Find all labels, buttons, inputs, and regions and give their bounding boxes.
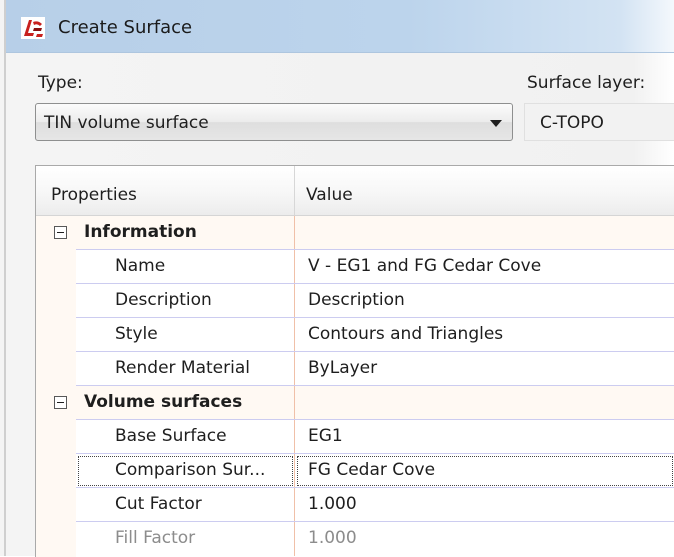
property-name: Base Surface xyxy=(115,426,227,446)
column-divider[interactable] xyxy=(294,166,295,215)
property-value[interactable]: Contours and Triangles xyxy=(308,324,503,344)
type-dropdown-value: TIN volume surface xyxy=(44,113,209,133)
surface-layer-label: Surface layer: xyxy=(527,73,646,93)
window-title: Create Surface xyxy=(58,17,193,38)
property-row[interactable]: Name V - EG1 and FG Cedar Cove xyxy=(36,250,674,284)
property-row[interactable]: Style Contours and Triangles xyxy=(36,318,674,352)
property-value[interactable]: 1.000 xyxy=(308,494,357,514)
dialog-window: Create Surface Type: Surface layer: TIN … xyxy=(0,0,674,557)
property-row[interactable]: Description Description xyxy=(36,284,674,318)
property-value[interactable]: ByLayer xyxy=(308,358,377,378)
collapse-minus-icon[interactable] xyxy=(54,226,67,239)
grid-header: Properties Value xyxy=(36,166,674,216)
column-header-value[interactable]: Value xyxy=(306,185,353,205)
chevron-down-icon[interactable] xyxy=(490,120,502,127)
category-row-volume-surfaces[interactable]: Volume surfaces xyxy=(36,386,674,420)
property-value[interactable]: EG1 xyxy=(308,426,343,446)
category-title: Volume surfaces xyxy=(84,392,243,412)
column-header-properties[interactable]: Properties xyxy=(51,185,137,205)
surface-layer-value: C-TOPO xyxy=(540,113,604,133)
property-row[interactable]: Render Material ByLayer xyxy=(36,352,674,386)
property-row[interactable]: Fill Factor 1.000 xyxy=(36,522,674,556)
title-bar[interactable]: Create Surface xyxy=(6,0,674,53)
collapse-minus-icon[interactable] xyxy=(54,396,67,409)
property-name: Comparison Sur... xyxy=(115,460,266,480)
property-row[interactable]: Cut Factor 1.000 xyxy=(36,488,674,522)
property-value[interactable]: 1.000 xyxy=(308,528,357,548)
surface-layer-field[interactable]: C-TOPO xyxy=(524,103,674,141)
property-name: Render Material xyxy=(115,358,250,378)
property-value[interactable]: V - EG1 and FG Cedar Cove xyxy=(308,256,541,276)
property-name: Style xyxy=(115,324,158,344)
category-title: Information xyxy=(84,222,197,242)
property-name: Cut Factor xyxy=(115,494,202,514)
type-label: Type: xyxy=(38,73,83,93)
autocad-civil-logo-icon xyxy=(21,17,45,39)
property-name: Fill Factor xyxy=(115,528,196,548)
property-value[interactable]: FG Cedar Cove xyxy=(308,460,435,480)
category-row-information[interactable]: Information xyxy=(36,216,674,250)
property-row-selected[interactable]: Comparison Sur... FG Cedar Cove xyxy=(36,454,674,488)
property-row[interactable]: Base Surface EG1 xyxy=(36,420,674,454)
property-grid: Properties Value Information Name V - EG… xyxy=(35,165,674,557)
window-border xyxy=(4,0,6,556)
property-name: Description xyxy=(115,290,212,310)
type-dropdown[interactable]: TIN volume surface xyxy=(35,103,513,141)
property-name: Name xyxy=(115,256,166,276)
property-value[interactable]: Description xyxy=(308,290,405,310)
